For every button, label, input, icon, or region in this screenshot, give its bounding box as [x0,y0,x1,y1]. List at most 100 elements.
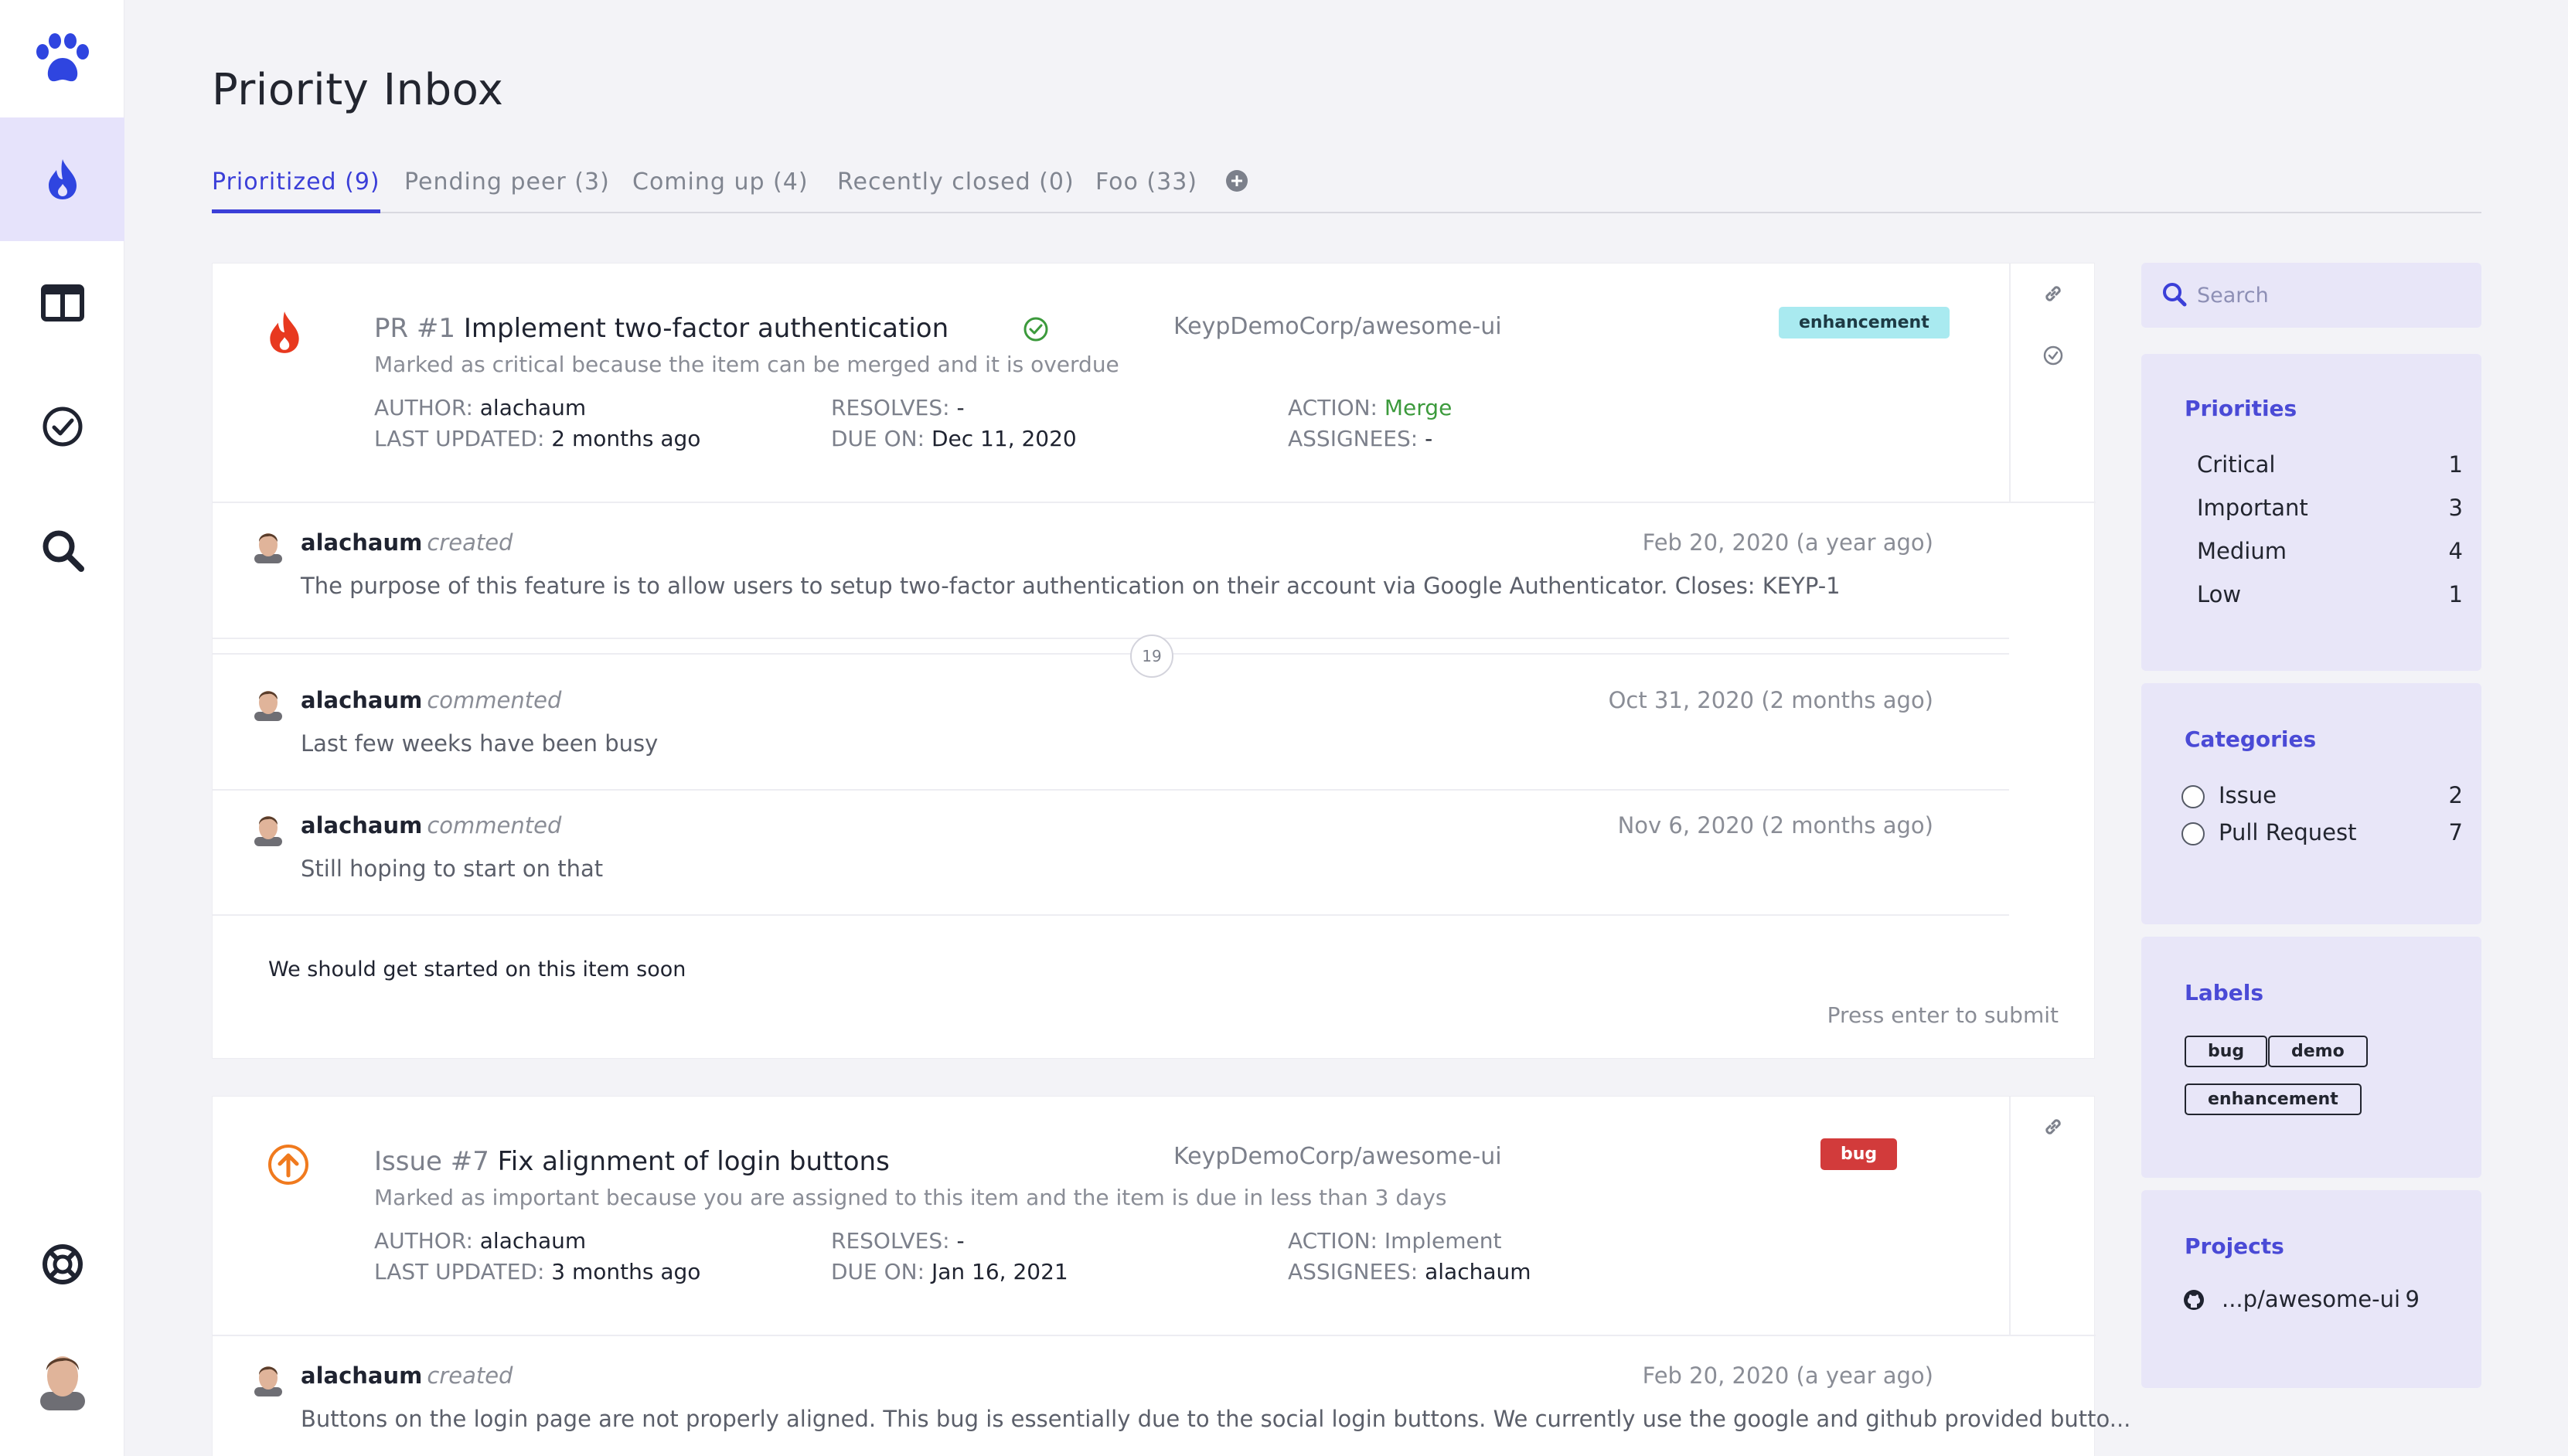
meta-assignees: ASSIGNEES: alachaum [1288,1259,1531,1284]
item-kind: PR #1 [374,313,456,344]
event-author: alachaum created [301,1362,513,1389]
filter-project[interactable]: ...p/awesome-ui 9 [2184,1286,2463,1312]
item-actions [2009,1097,2096,1336]
meta-resolves: RESOLVES: - [831,395,965,420]
tab-coming-up[interactable]: Coming up (4) [632,165,809,213]
projects-filter: Projects ...p/awesome-ui 9 [2141,1190,2481,1388]
inbox-item-card: Issue #7 Fix alignment of login buttons … [212,1096,2130,1456]
search-icon [2163,283,2187,307]
nav-board[interactable] [0,241,124,365]
event-body: The purpose of this feature is to allow … [301,573,1841,599]
reply-box[interactable]: We should get started on this item soon … [213,916,2094,1058]
item-kind: Issue #7 [374,1146,489,1177]
nav-search[interactable] [0,488,124,612]
link-icon[interactable] [2042,1115,2065,1138]
timeline-event: alachaum commented Oct 31, 2020 (2 months… [213,665,2009,791]
event-author: alachaum created [301,529,513,556]
meta-action: ACTION: Merge [1288,395,1453,420]
meta-assignees: ASSIGNEES: - [1288,426,1433,451]
pull-request-radio[interactable] [2181,822,2205,845]
label-chip-enhancement[interactable]: enhancement [2185,1083,2362,1115]
categories-title: Categories [2185,726,2317,752]
label-badge[interactable]: bug [1820,1138,1898,1170]
collapsed-events-divider [213,639,2009,655]
paw-icon [36,33,89,82]
tab-recently-closed[interactable]: Recently closed (0) [837,165,1075,213]
projects-title: Projects [2185,1233,2284,1259]
plus-circle-icon [1226,170,1248,192]
meta-due-on: DUE ON: Jan 16, 2021 [831,1259,1068,1284]
meta-last-updated: LAST UPDATED: 2 months ago [374,426,701,451]
filter-pull-request[interactable]: Pull Request 7 [2181,819,2463,845]
item-repo[interactable]: KeypDemoCorp/awesome-ui [1173,313,1502,340]
timeline-event: alachaum commented Nov 6, 2020 (2 months … [213,791,2009,916]
sidebar [0,0,124,1456]
nav-done[interactable] [0,365,124,488]
mark-done-icon[interactable] [2042,344,2065,367]
timeline-event: alachaum created Feb 20, 2020 (a year ago… [213,503,2009,639]
meta-action: ACTION: Implement [1288,1228,1502,1254]
page-title: Priority Inbox [212,65,504,115]
tab-prioritized[interactable]: Prioritized (9) [212,165,380,213]
important-priority-icon [268,1145,308,1185]
filter-critical[interactable]: Critical 1 [2197,451,2463,478]
critical-priority-icon [270,311,299,353]
meta-author: AUTHOR: alachaum [374,1228,587,1254]
search-input[interactable] [2197,280,2460,311]
add-tab-button[interactable] [1225,169,1248,196]
item-header: Issue #7 Fix alignment of login buttons … [213,1097,2009,1336]
nav-help[interactable] [0,1203,124,1326]
issue-radio[interactable] [2181,785,2205,808]
labels-filter: Labels bug demo enhancement [2141,937,2481,1178]
logo-button[interactable] [0,0,124,117]
meta-resolves: RESOLVES: - [831,1228,965,1254]
priorities-title: Priorities [2185,396,2297,421]
columns-icon [40,284,84,321]
event-body: Last few weeks have been busy [301,730,659,757]
meta-last-updated: LAST UPDATED: 3 months ago [374,1259,701,1284]
event-date: Feb 20, 2020 (a year ago) [1642,529,1933,556]
search-box[interactable] [2141,263,2481,328]
item-title-text: Implement two-factor authentication [463,313,949,344]
reply-input[interactable]: We should get started on this item soon [268,958,686,981]
reply-hint: Press enter to submit [1827,1002,2059,1028]
user-avatar [254,816,282,846]
event-body: Still hoping to start on that [301,856,604,882]
event-date: Nov 6, 2020 (2 months ago) [1617,812,1933,839]
flame-icon [48,159,77,199]
user-avatar [254,691,282,721]
check-circle-icon [43,407,82,447]
nav-priority-inbox[interactable] [0,117,124,241]
checks-passed-icon [1023,317,1048,342]
profile-button[interactable] [0,1317,124,1441]
tab-foo[interactable]: Foo (33) [1095,165,1197,213]
tab-pending-peer[interactable]: Pending peer (3) [404,165,610,213]
meta-author: AUTHOR: alachaum [374,395,587,420]
event-author: alachaum commented [301,812,562,839]
labels-title: Labels [2185,980,2264,1005]
search-icon [43,530,84,572]
timeline-event: alachaum created Feb 20, 2020 (a year ago… [213,1336,2130,1456]
tab-bar: Prioritized (9) Pending peer (3) Coming … [212,165,2481,213]
avatar [39,1356,85,1410]
github-icon [2184,1290,2204,1310]
event-body: Buttons on the login page are not proper… [301,1406,2131,1432]
filter-issue[interactable]: Issue 2 [2181,782,2463,808]
item-title[interactable]: Issue #7 Fix alignment of login buttons [374,1146,890,1177]
event-date: Oct 31, 2020 (2 months ago) [1608,687,1933,713]
label-badge[interactable]: enhancement [1779,307,1950,338]
item-actions [2009,264,2096,503]
filter-low[interactable]: Low 1 [2197,581,2463,607]
inbox-item-card: PR #1 Implement two-factor authenticatio… [212,263,2096,1059]
filter-medium[interactable]: Medium 4 [2197,538,2463,564]
user-avatar [254,1366,282,1396]
label-chip-bug[interactable]: bug [2185,1036,2268,1067]
link-icon[interactable] [2042,282,2065,305]
item-reason: Marked as important because you are assi… [374,1185,1447,1210]
priorities-filter: Priorities Critical 1 Important 3 Medium 4 … [2141,354,2481,671]
label-chip-demo[interactable]: demo [2268,1036,2368,1067]
item-repo[interactable]: KeypDemoCorp/awesome-ui [1173,1143,1502,1170]
categories-filter: Categories Issue 2 Pull Request 7 [2141,683,2481,924]
item-title[interactable]: PR #1 Implement two-factor authenticatio… [374,313,949,344]
filter-important[interactable]: Important 3 [2197,495,2463,521]
